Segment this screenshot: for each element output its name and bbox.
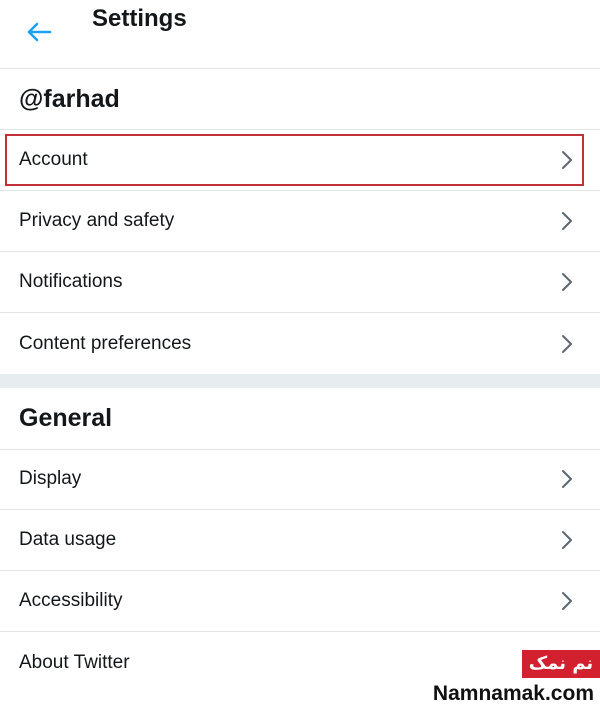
- settings-item-content-preferences[interactable]: Content preferences: [0, 313, 600, 374]
- settings-item-label: Content preferences: [19, 333, 192, 354]
- watermark-badge: نم نمک: [522, 650, 600, 678]
- section-divider: [0, 374, 600, 388]
- settings-item-privacy-and-safety[interactable]: Privacy and safety: [0, 191, 600, 252]
- general-section-header: General: [0, 388, 600, 450]
- settings-item-label: Data usage: [19, 529, 117, 550]
- account-handle: @farhad: [19, 85, 120, 113]
- watermark-site-text: Namnamak.com: [432, 682, 594, 705]
- settings-item-label: Display: [19, 468, 82, 489]
- settings-item-display[interactable]: Display: [0, 449, 600, 510]
- chevron-right-icon: [562, 151, 572, 169]
- account-section-header: @farhad: [0, 69, 600, 130]
- arrow-left-icon: [27, 22, 52, 42]
- settings-item-data-usage[interactable]: Data usage: [0, 510, 600, 571]
- settings-item-account[interactable]: Account: [0, 130, 600, 191]
- chevron-right-icon: [562, 335, 572, 353]
- settings-item-label: Notifications: [19, 271, 123, 292]
- settings-item-label: Account: [19, 149, 88, 170]
- settings-item-label: Privacy and safety: [19, 210, 175, 231]
- back-button[interactable]: [22, 18, 56, 46]
- chevron-right-icon: [562, 470, 572, 488]
- page-title: Settings: [92, 5, 187, 32]
- chevron-right-icon: [562, 273, 572, 291]
- chevron-right-icon: [562, 531, 572, 549]
- settings-item-accessibility[interactable]: Accessibility: [0, 571, 600, 632]
- chevron-right-icon: [562, 212, 572, 230]
- top-bar: Settings: [0, 0, 600, 69]
- general-section-title: General: [19, 404, 113, 432]
- settings-item-label: About Twitter: [19, 652, 130, 673]
- chevron-right-icon: [562, 592, 572, 610]
- settings-item-notifications[interactable]: Notifications: [0, 252, 600, 313]
- settings-item-label: Accessibility: [19, 590, 123, 611]
